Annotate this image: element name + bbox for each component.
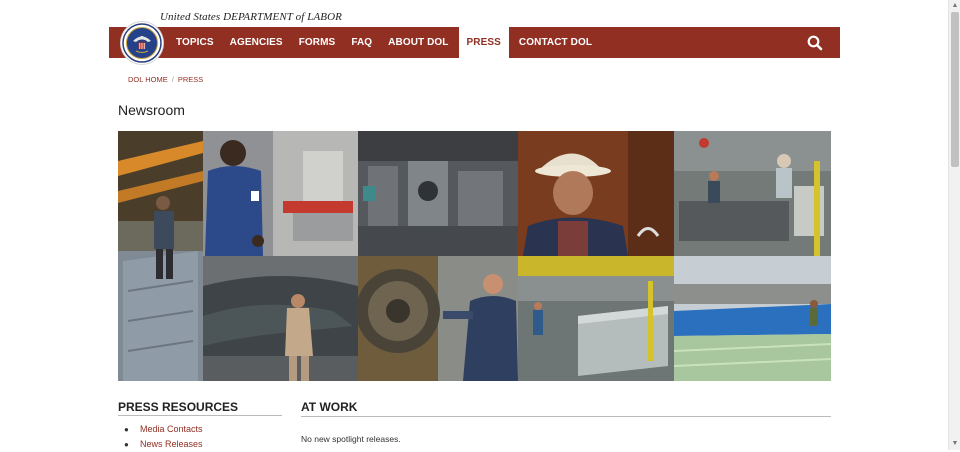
photo-rail-construction [674,256,831,381]
nav-contact-dol[interactable]: CONTACT DOL [511,27,600,58]
main-nav: TOPICS AGENCIES FORMS FAQ ABOUT DOL PRES… [168,27,600,58]
photo-metal-fabrication [518,256,674,381]
vertical-scrollbar[interactable]: ▲ ▼ [948,0,960,450]
scroll-down-icon[interactable]: ▼ [951,440,959,448]
nav-forms[interactable]: FORMS [291,27,344,58]
breadcrumb-home[interactable]: DOL HOME [128,75,168,84]
nav-faq[interactable]: FAQ [343,27,380,58]
news-releases-link[interactable]: News Releases [140,439,203,449]
empty-message: No new spotlight releases. [301,434,401,444]
photo-collage [118,131,831,381]
page-title: Newsroom [118,102,185,118]
at-work-divider [301,416,831,417]
at-work-heading: AT WORK [301,400,358,414]
nav-topics[interactable]: TOPICS [168,27,222,58]
photo-machinist [203,131,358,256]
agency-title: United States DEPARTMENT of LABOR [160,11,342,23]
nav-press[interactable]: PRESS [458,27,509,58]
nav-agencies[interactable]: AGENCIES [222,27,291,58]
press-resources-divider [118,415,282,416]
photo-factory-floor [358,131,518,256]
nav-about-dol[interactable]: ABOUT DOL [380,27,456,58]
photo-warehouse-worker [118,131,203,381]
scroll-up-icon[interactable]: ▲ [951,2,959,10]
photo-wheel-mechanic [358,256,518,381]
breadcrumb: DOL HOME / PRESS [128,75,203,84]
photo-pilot-hangar [203,256,358,381]
search-icon[interactable] [806,34,824,52]
press-resources-list: ● Media Contacts ● News Releases [124,422,203,452]
press-resources-heading: PRESS RESOURCES [118,400,239,414]
photo-workshop-team [674,131,831,256]
media-contacts-link[interactable]: Media Contacts [140,424,203,434]
bullet-icon: ● [124,425,129,434]
breadcrumb-separator: / [171,75,174,84]
page: United States DEPARTMENT of LABOR TOPICS… [0,0,944,450]
list-item: ● Media Contacts [124,422,203,437]
scrollbar-thumb[interactable] [951,12,959,167]
dol-seal-logo[interactable] [121,22,163,64]
breadcrumb-current[interactable]: PRESS [178,75,203,84]
photo-man-cowboy-hat [518,131,674,256]
